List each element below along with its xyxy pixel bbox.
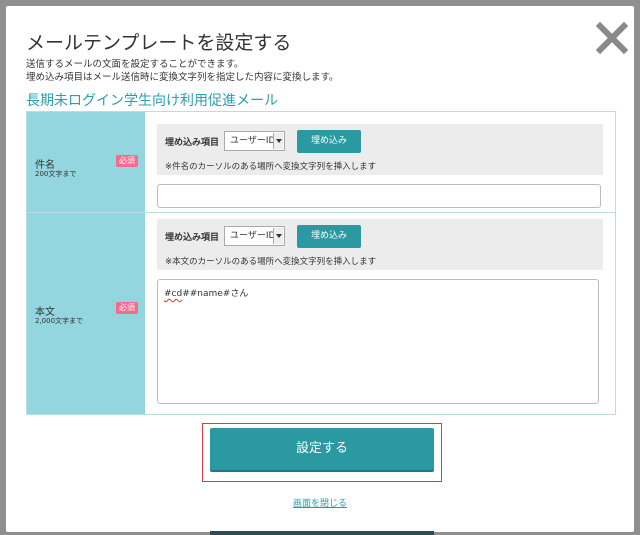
subject-embed-hint: ※件名のカーソルのある場所へ変換文字列を挿入します xyxy=(165,162,377,172)
body-row: 本文 2,000文字まで 必須 埋め込み項目 ユーザーID 埋め込み ※本文のカ… xyxy=(27,213,615,414)
description-line-2: 埋め込み項目はメール送信時に変換文字列を指定した内容に変換します。 xyxy=(26,72,339,83)
dialog-description: 送信するメールの文面を設定することができます。 埋め込み項目はメール送信時に変換… xyxy=(26,58,339,84)
body-input-cell: 埋め込み項目 ユーザーID 埋め込み ※本文のカーソルのある場所へ変換文字列を挿… xyxy=(145,213,615,414)
chevron-down-icon[interactable] xyxy=(273,228,283,244)
body-embed-hint: ※本文のカーソルのある場所へ変換文字列を挿入します xyxy=(165,257,377,267)
close-screen-link[interactable]: 画面を閉じる xyxy=(6,496,634,509)
template-name: 長期未ログイン学生向け利用促進メール xyxy=(26,93,278,109)
body-embed-select-value: ユーザーID xyxy=(230,231,276,241)
body-embed-button[interactable]: 埋め込み xyxy=(297,225,361,248)
body-embed-select[interactable]: ユーザーID xyxy=(224,226,285,246)
body-limit: 2,000文字まで xyxy=(35,317,84,325)
subject-input-cell: 埋め込み項目 ユーザーID 埋め込み ※件名のカーソルのある場所へ変換文字列を挿… xyxy=(145,112,615,212)
subject-limit: 200文字まで xyxy=(35,170,77,178)
body-text: ##name#さん xyxy=(182,289,249,299)
subject-label-cell: 件名 200文字まで 必須 xyxy=(27,112,145,212)
subject-embed-select-value: ユーザーID xyxy=(230,136,276,146)
chevron-down-icon[interactable] xyxy=(273,133,283,149)
submit-button[interactable]: 設定する xyxy=(210,428,434,470)
subject-input[interactable] xyxy=(157,184,601,208)
subject-embed-label: 埋め込み項目 xyxy=(165,138,220,148)
body-embed-panel: 埋め込み項目 ユーザーID 埋め込み ※本文のカーソルのある場所へ変換文字列を挿… xyxy=(157,219,603,270)
subject-embed-panel: 埋め込み項目 ユーザーID 埋め込み ※件名のカーソルのある場所へ変換文字列を挿… xyxy=(157,124,603,175)
body-label-cell: 本文 2,000文字まで 必須 xyxy=(27,213,145,414)
subject-embed-button[interactable]: 埋め込み xyxy=(297,130,361,153)
body-text-misspelled: #cd xyxy=(164,289,183,299)
template-dialog: メールテンプレートを設定する 送信するメールの文面を設定することができます。 埋… xyxy=(6,6,634,535)
subject-required-badge: 必須 xyxy=(116,155,138,167)
body-required-badge: 必須 xyxy=(116,302,138,314)
body-embed-label: 埋め込み項目 xyxy=(165,233,220,243)
template-form: 件名 200文字まで 必須 埋め込み項目 ユーザーID 埋め込み ※件名のカーソ… xyxy=(26,111,616,415)
close-icon[interactable] xyxy=(592,18,632,58)
subject-row: 件名 200文字まで 必須 埋め込み項目 ユーザーID 埋め込み ※件名のカーソ… xyxy=(27,112,615,213)
description-line-1: 送信するメールの文面を設定することができます。 xyxy=(26,59,244,70)
subject-embed-select[interactable]: ユーザーID xyxy=(224,131,285,151)
body-textarea[interactable]: #cd##name#さん xyxy=(157,279,599,404)
dialog-title: メールテンプレートを設定する xyxy=(26,32,292,54)
